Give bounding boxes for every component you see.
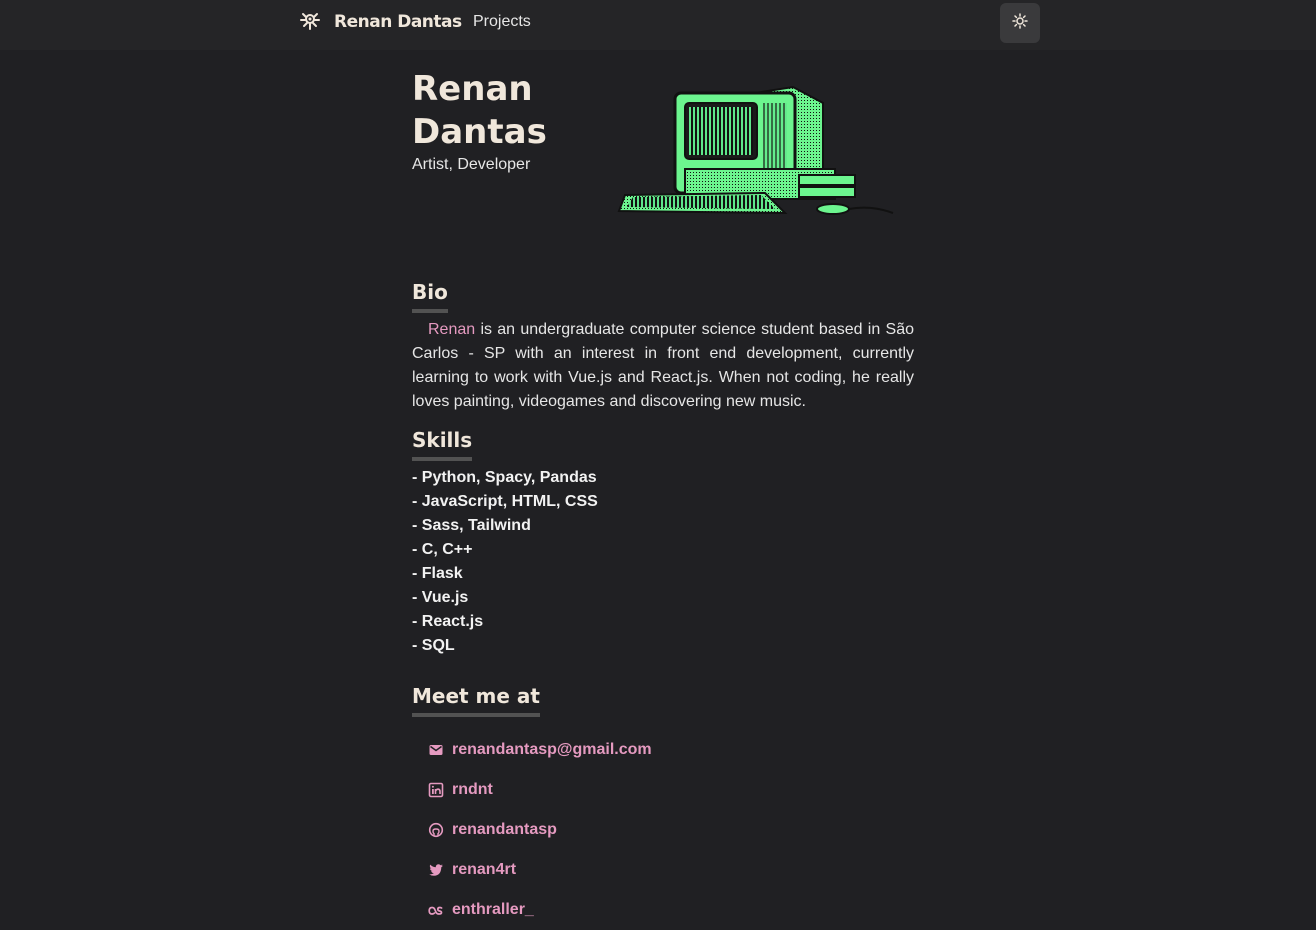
contact-link-lastfm[interactable]: enthraller_ xyxy=(428,890,652,930)
skill-item: - Sass, Tailwind xyxy=(412,517,531,534)
contact-link-github[interactable]: renandantasp xyxy=(428,810,652,850)
bio-heading: Bio xyxy=(412,279,448,313)
nav-link-projects[interactable]: Projects xyxy=(473,13,531,31)
twitter-icon xyxy=(428,862,444,878)
email-icon xyxy=(428,742,444,758)
bio-name-link[interactable]: Renan xyxy=(428,321,475,338)
brand-logo-link[interactable]: Renan Dantas xyxy=(298,9,462,35)
footprint-icon xyxy=(298,8,322,37)
skill-item: - JavaScript, HTML, CSS xyxy=(412,493,598,510)
skill-item: - Flask xyxy=(412,565,463,582)
github-icon xyxy=(428,822,444,838)
contact-label: renan4rt xyxy=(452,861,517,878)
skills-list: - Python, Spacy, Pandas - JavaScript, HT… xyxy=(412,466,598,658)
skill-item: - Vue.js xyxy=(412,589,469,606)
skill-item: - Python, Spacy, Pandas xyxy=(412,469,597,486)
bio-paragraph: Renan is an undergraduate computer scien… xyxy=(412,318,914,414)
brand-name: Renan Dantas xyxy=(334,12,462,32)
retro-computer-illustration xyxy=(615,85,895,230)
lastfm-icon xyxy=(428,902,444,918)
sun-icon xyxy=(1012,12,1028,34)
skill-item: - React.js xyxy=(412,613,484,630)
contact-list: renandantasp@gmail.com rndnt renandantas… xyxy=(428,730,652,930)
contact-heading: Meet me at xyxy=(412,683,540,717)
contact-link-twitter[interactable]: renan4rt xyxy=(428,850,652,890)
contact-label: rndnt xyxy=(452,781,493,798)
skill-item: - C, C++ xyxy=(412,541,473,558)
hero-subtitle: Artist, Developer xyxy=(412,156,531,173)
theme-toggle-button[interactable] xyxy=(1000,3,1040,43)
bio-text: is an undergraduate computer science stu… xyxy=(412,321,914,410)
skills-heading: Skills xyxy=(412,427,473,461)
contact-label: enthraller_ xyxy=(452,901,534,918)
skill-item: - SQL xyxy=(412,637,455,654)
contact-link-email[interactable]: renandantasp@gmail.com xyxy=(428,730,652,770)
linkedin-icon xyxy=(428,782,444,798)
navbar: Renan Dantas Projects xyxy=(0,0,1316,50)
contact-label: renandantasp xyxy=(452,821,557,838)
page-title: Renan Dantas xyxy=(412,69,547,152)
contact-link-linkedin[interactable]: rndnt xyxy=(428,770,652,810)
contact-label: renandantasp@gmail.com xyxy=(452,741,652,758)
